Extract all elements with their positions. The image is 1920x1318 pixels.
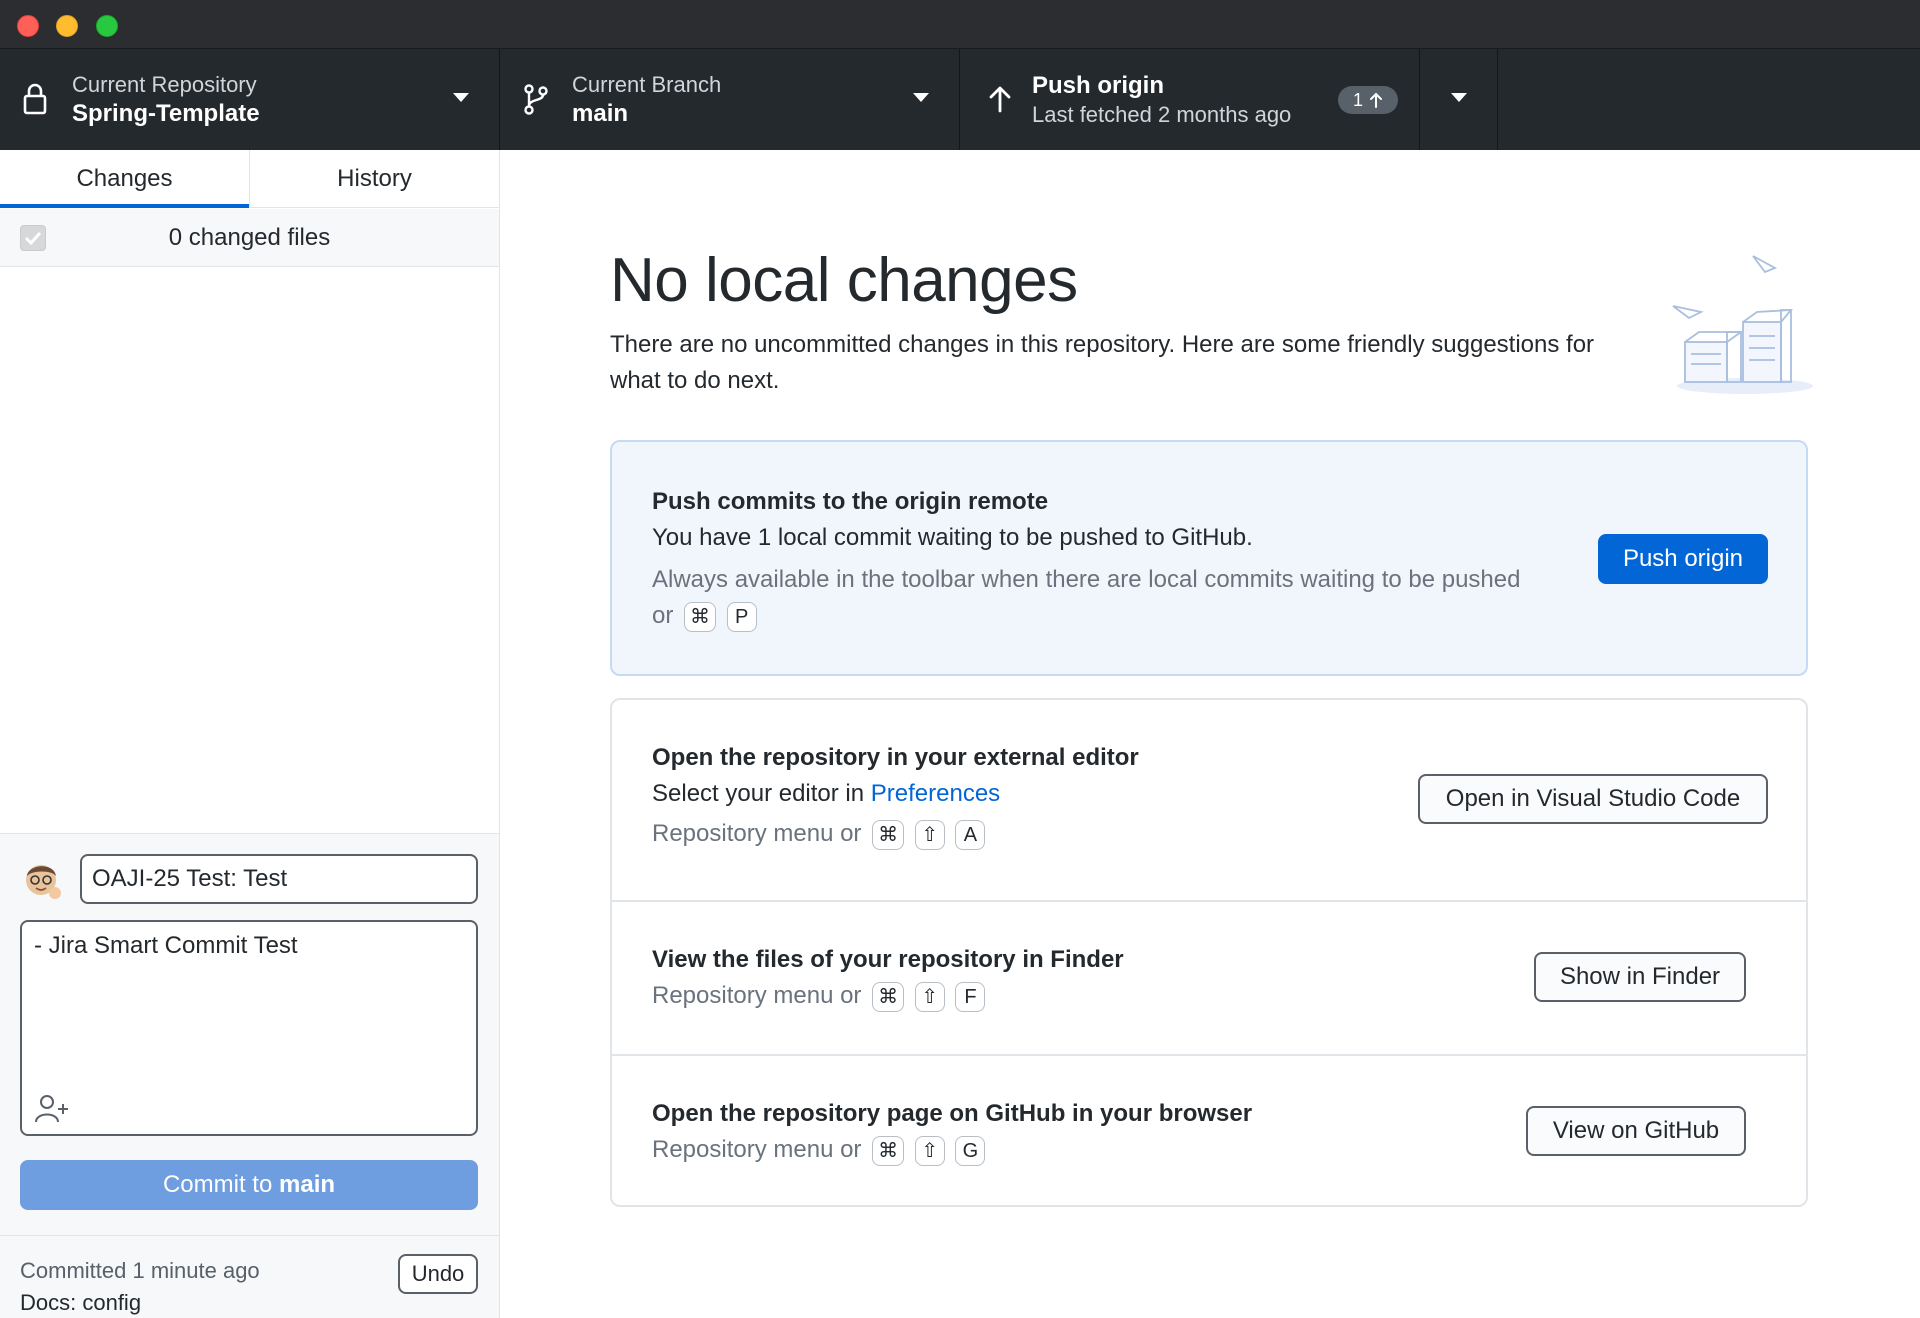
commit-button-label: Commit to bbox=[162, 1171, 273, 1198]
branch-name: main bbox=[572, 100, 629, 127]
last-commit-message: Docs: config bbox=[20, 1290, 142, 1315]
sidebar: Changes History 0 changed files OAJI-25 … bbox=[0, 150, 500, 1318]
shift-key: ⇧ bbox=[914, 819, 945, 850]
suggestion-hint-text: Repository menu or bbox=[652, 820, 862, 847]
open-in-vscode-button[interactable]: Open in Visual Studio Code bbox=[1418, 774, 1768, 824]
g-key: G bbox=[955, 1135, 986, 1166]
window-titlebar bbox=[0, 0, 1920, 49]
suggestion-hint: Repository menu or ⌘ ⇧ G bbox=[652, 1132, 986, 1168]
sidebar-tabs: Changes History bbox=[0, 150, 499, 208]
push-origin-button[interactable]: Push origin Last fetched 2 months ago 1 bbox=[960, 49, 1420, 150]
command-key: ⌘ bbox=[872, 819, 905, 850]
suggestions-card: Open the repository in your external edi… bbox=[610, 698, 1808, 1207]
suggestion-open-editor: Open the repository in your external edi… bbox=[612, 700, 1806, 900]
shift-key: ⇧ bbox=[914, 1135, 945, 1166]
last-fetched: Last fetched 2 months ago bbox=[1032, 102, 1292, 127]
arrow-up-icon bbox=[1370, 92, 1382, 108]
suggestion-hint: Repository menu or ⌘ ⇧ A bbox=[652, 816, 986, 852]
push-options-dropdown[interactable] bbox=[1420, 49, 1498, 150]
push-count-badge: 1 bbox=[1338, 86, 1398, 114]
window-minimize-button[interactable] bbox=[56, 15, 78, 37]
suggestion-title: Open the repository in your external edi… bbox=[652, 744, 1139, 771]
caret-down-icon bbox=[453, 93, 469, 102]
last-commit-panel: Committed 1 minute ago Docs: config Undo bbox=[0, 1235, 499, 1318]
command-key: ⌘ bbox=[684, 601, 717, 632]
f-key: F bbox=[955, 981, 986, 1012]
show-in-finder-button[interactable]: Show in Finder bbox=[1534, 952, 1746, 1002]
push-card-hint: Always available in the toolbar when the… bbox=[652, 562, 1532, 634]
command-key: ⌘ bbox=[872, 1135, 905, 1166]
window-close-button[interactable] bbox=[17, 15, 39, 37]
suggestion-hint-text: Repository menu or bbox=[652, 982, 862, 1009]
push-count: 1 bbox=[1352, 89, 1363, 110]
empty-state-illustration bbox=[1672, 255, 1813, 394]
current-branch-dropdown[interactable]: Current Branch main bbox=[500, 49, 960, 150]
last-commit-time: Committed 1 minute ago bbox=[20, 1258, 260, 1283]
toolbar: Current Repository Spring-Template Curre… bbox=[0, 49, 1920, 150]
preferences-link[interactable]: Preferences bbox=[871, 780, 1000, 807]
suggestion-title: View the files of your repository in Fin… bbox=[652, 946, 1124, 973]
push-origin-card-button[interactable]: Push origin bbox=[1598, 534, 1768, 584]
suggestion-title: Open the repository page on GitHub in yo… bbox=[652, 1100, 1253, 1127]
commit-button-branch: main bbox=[279, 1171, 336, 1198]
repository-name: Spring-Template bbox=[72, 100, 260, 127]
branch-label: Current Branch bbox=[572, 72, 722, 97]
push-card-hint-text: Always available in the toolbar when the… bbox=[652, 566, 1521, 629]
page-title: No local changes bbox=[610, 246, 1078, 315]
commit-description-input[interactable]: - Jira Smart Commit Test bbox=[20, 920, 478, 1136]
suggestion-description: Select your editor in Preferences bbox=[652, 780, 1000, 808]
arrow-up-icon bbox=[989, 86, 1011, 113]
suggestion-hint-text: Repository menu or bbox=[652, 1136, 862, 1163]
commit-summary-input[interactable]: OAJI-25 Test: Test bbox=[80, 854, 478, 904]
avatar bbox=[26, 865, 61, 899]
commit-description-text: - Jira Smart Commit Test bbox=[34, 932, 298, 959]
current-repository-dropdown[interactable]: Current Repository Spring-Template bbox=[0, 49, 500, 150]
a-key: A bbox=[955, 819, 986, 850]
p-key: P bbox=[726, 601, 757, 632]
commit-form: OAJI-25 Test: Test - Jira Smart Commit T… bbox=[0, 833, 499, 1235]
tab-history[interactable]: History bbox=[249, 150, 499, 207]
main-content: No local changes There are no uncommitte… bbox=[500, 150, 1920, 1318]
command-key: ⌘ bbox=[872, 981, 905, 1012]
shift-key: ⇧ bbox=[914, 981, 945, 1012]
changes-header: 0 changed files bbox=[0, 209, 499, 267]
add-coauthor-icon[interactable] bbox=[34, 1092, 70, 1124]
view-on-github-button[interactable]: View on GitHub bbox=[1526, 1106, 1746, 1156]
push-title: Push origin bbox=[1032, 72, 1164, 99]
repository-label: Current Repository bbox=[72, 72, 257, 97]
branch-icon bbox=[524, 84, 548, 115]
undo-button[interactable]: Undo bbox=[398, 1254, 478, 1294]
caret-down-icon bbox=[913, 93, 929, 102]
lock-icon bbox=[23, 83, 47, 115]
caret-down-icon bbox=[1451, 93, 1467, 102]
page-subtitle: There are no uncommitted changes in this… bbox=[610, 331, 1595, 394]
push-card-title: Push commits to the origin remote bbox=[652, 488, 1049, 515]
window-maximize-button[interactable] bbox=[96, 15, 118, 37]
suggestion-show-in-finder: View the files of your repository in Fin… bbox=[612, 900, 1806, 1054]
tab-changes[interactable]: Changes bbox=[0, 150, 249, 208]
changed-files-count: 0 changed files bbox=[168, 224, 331, 251]
push-suggestion-card: Push commits to the origin remote You ha… bbox=[610, 440, 1808, 676]
suggestion-description-text: Select your editor in bbox=[652, 780, 865, 807]
commit-button[interactable]: Commit to main bbox=[20, 1160, 478, 1210]
push-card-description: You have 1 local commit waiting to be pu… bbox=[652, 524, 1253, 551]
suggestion-hint: Repository menu or ⌘ ⇧ F bbox=[652, 978, 986, 1014]
suggestion-view-on-github: Open the repository page on GitHub in yo… bbox=[612, 1054, 1806, 1205]
